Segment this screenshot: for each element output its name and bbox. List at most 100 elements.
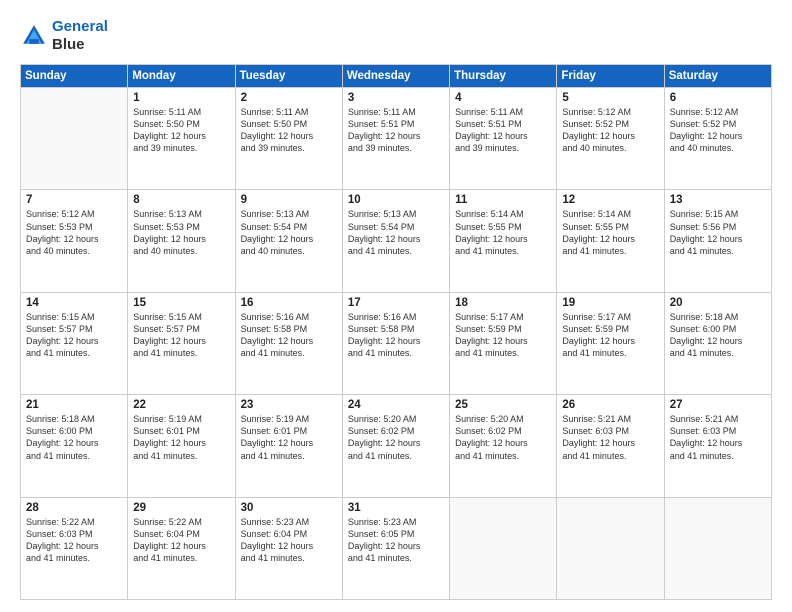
day-info: Sunrise: 5:16 AM Sunset: 5:58 PM Dayligh… [241,311,337,360]
day-number: 7 [26,194,122,206]
header: General Blue [20,18,772,54]
day-number: 16 [241,297,337,309]
day-number: 19 [562,297,658,309]
day-cell: 20 Sunrise: 5:18 AM Sunset: 6:00 PM Dayli… [664,292,771,394]
day-number: 1 [133,92,229,104]
day-number: 26 [562,399,658,411]
day-info: Sunrise: 5:17 AM Sunset: 5:59 PM Dayligh… [562,311,658,360]
day-cell: 28 Sunrise: 5:22 AM Sunset: 6:03 PM Dayli… [21,497,128,599]
day-number: 5 [562,92,658,104]
day-number: 30 [241,502,337,514]
day-cell: 9Sunrise: 5:13 AM Sunset: 5:54 PM Daylig… [235,190,342,292]
day-number: 22 [133,399,229,411]
day-cell: 24 Sunrise: 5:20 AM Sunset: 6:02 PM Dayli… [342,395,449,497]
day-info: Sunrise: 5:22 AM Sunset: 6:04 PM Dayligh… [133,516,229,565]
day-number: 31 [348,502,444,514]
day-number: 27 [670,399,766,411]
day-info: Sunrise: 5:14 AM Sunset: 5:55 PM Dayligh… [455,208,551,257]
day-info: Sunrise: 5:16 AM Sunset: 5:58 PM Dayligh… [348,311,444,360]
day-number: 20 [670,297,766,309]
day-cell: 16 Sunrise: 5:16 AM Sunset: 5:58 PM Dayli… [235,292,342,394]
day-cell: 22 Sunrise: 5:19 AM Sunset: 6:01 PM Dayli… [128,395,235,497]
day-cell: 11 Sunrise: 5:14 AM Sunset: 5:55 PM Dayli… [450,190,557,292]
weekday-header-friday: Friday [557,65,664,88]
day-number: 18 [455,297,551,309]
week-row-1: 1 Sunrise: 5:11 AM Sunset: 5:50 PM Daylig… [21,88,772,190]
page: General Blue SundayMondayTuesdayWednesda… [0,0,792,612]
day-cell: 4 Sunrise: 5:11 AM Sunset: 5:51 PM Daylig… [450,88,557,190]
weekday-header-tuesday: Tuesday [235,65,342,88]
day-number: 11 [455,194,551,206]
day-cell [557,497,664,599]
logo-icon [20,22,48,50]
day-cell: 25Sunrise: 5:20 AM Sunset: 6:02 PM Dayli… [450,395,557,497]
day-number: 13 [670,194,766,206]
day-info: Sunrise: 5:13 AM Sunset: 5:54 PM Dayligh… [348,208,444,257]
day-cell: 8Sunrise: 5:13 AM Sunset: 5:53 PM Daylig… [128,190,235,292]
day-cell: 5 Sunrise: 5:12 AM Sunset: 5:52 PM Daylig… [557,88,664,190]
day-number: 2 [241,92,337,104]
week-row-4: 21Sunrise: 5:18 AM Sunset: 6:00 PM Dayli… [21,395,772,497]
day-info: Sunrise: 5:19 AM Sunset: 6:01 PM Dayligh… [241,413,337,462]
day-info: Sunrise: 5:15 AM Sunset: 5:57 PM Dayligh… [26,311,122,360]
day-info: Sunrise: 5:15 AM Sunset: 5:57 PM Dayligh… [133,311,229,360]
day-cell: 21Sunrise: 5:18 AM Sunset: 6:00 PM Dayli… [21,395,128,497]
day-info: Sunrise: 5:14 AM Sunset: 5:55 PM Dayligh… [562,208,658,257]
day-info: Sunrise: 5:22 AM Sunset: 6:03 PM Dayligh… [26,516,122,565]
week-row-5: 28 Sunrise: 5:22 AM Sunset: 6:03 PM Dayli… [21,497,772,599]
day-number: 29 [133,502,229,514]
calendar-body: 1 Sunrise: 5:11 AM Sunset: 5:50 PM Daylig… [21,88,772,600]
day-info: Sunrise: 5:11 AM Sunset: 5:51 PM Dayligh… [348,106,444,155]
day-cell: 31Sunrise: 5:23 AM Sunset: 6:05 PM Dayli… [342,497,449,599]
day-info: Sunrise: 5:17 AM Sunset: 5:59 PM Dayligh… [455,311,551,360]
day-cell: 14 Sunrise: 5:15 AM Sunset: 5:57 PM Dayli… [21,292,128,394]
day-info: Sunrise: 5:12 AM Sunset: 5:53 PM Dayligh… [26,208,122,257]
day-number: 28 [26,502,122,514]
day-cell [450,497,557,599]
weekday-header-row: SundayMondayTuesdayWednesdayThursdayFrid… [21,65,772,88]
day-info: Sunrise: 5:23 AM Sunset: 6:04 PM Dayligh… [241,516,337,565]
day-number: 3 [348,92,444,104]
day-info: Sunrise: 5:11 AM Sunset: 5:50 PM Dayligh… [241,106,337,155]
day-cell: 30 Sunrise: 5:23 AM Sunset: 6:04 PM Dayli… [235,497,342,599]
day-cell: 10Sunrise: 5:13 AM Sunset: 5:54 PM Dayli… [342,190,449,292]
logo: General Blue [20,18,108,54]
day-cell: 29 Sunrise: 5:22 AM Sunset: 6:04 PM Dayli… [128,497,235,599]
day-info: Sunrise: 5:12 AM Sunset: 5:52 PM Dayligh… [670,106,766,155]
day-cell: 3 Sunrise: 5:11 AM Sunset: 5:51 PM Daylig… [342,88,449,190]
day-cell [664,497,771,599]
day-info: Sunrise: 5:21 AM Sunset: 6:03 PM Dayligh… [562,413,658,462]
day-number: 23 [241,399,337,411]
day-info: Sunrise: 5:11 AM Sunset: 5:51 PM Dayligh… [455,106,551,155]
day-number: 14 [26,297,122,309]
week-row-3: 14 Sunrise: 5:15 AM Sunset: 5:57 PM Dayli… [21,292,772,394]
day-info: Sunrise: 5:12 AM Sunset: 5:52 PM Dayligh… [562,106,658,155]
day-info: Sunrise: 5:13 AM Sunset: 5:54 PM Dayligh… [241,208,337,257]
day-number: 4 [455,92,551,104]
day-cell: 23 Sunrise: 5:19 AM Sunset: 6:01 PM Dayli… [235,395,342,497]
day-cell: 13 Sunrise: 5:15 AM Sunset: 5:56 PM Dayli… [664,190,771,292]
day-number: 17 [348,297,444,309]
day-info: Sunrise: 5:21 AM Sunset: 6:03 PM Dayligh… [670,413,766,462]
weekday-header-monday: Monday [128,65,235,88]
day-info: Sunrise: 5:15 AM Sunset: 5:56 PM Dayligh… [670,208,766,257]
logo-text: General Blue [52,18,108,54]
weekday-header-saturday: Saturday [664,65,771,88]
day-cell: 7 Sunrise: 5:12 AM Sunset: 5:53 PM Daylig… [21,190,128,292]
day-info: Sunrise: 5:18 AM Sunset: 6:00 PM Dayligh… [670,311,766,360]
day-info: Sunrise: 5:19 AM Sunset: 6:01 PM Dayligh… [133,413,229,462]
day-cell: 12 Sunrise: 5:14 AM Sunset: 5:55 PM Dayli… [557,190,664,292]
week-row-2: 7 Sunrise: 5:12 AM Sunset: 5:53 PM Daylig… [21,190,772,292]
day-number: 24 [348,399,444,411]
calendar: SundayMondayTuesdayWednesdayThursdayFrid… [20,64,772,600]
day-cell: 18 Sunrise: 5:17 AM Sunset: 5:59 PM Dayli… [450,292,557,394]
day-info: Sunrise: 5:13 AM Sunset: 5:53 PM Dayligh… [133,208,229,257]
day-number: 6 [670,92,766,104]
day-number: 12 [562,194,658,206]
day-cell: 27 Sunrise: 5:21 AM Sunset: 6:03 PM Dayli… [664,395,771,497]
weekday-header-thursday: Thursday [450,65,557,88]
day-number: 25 [455,399,551,411]
weekday-header-wednesday: Wednesday [342,65,449,88]
day-info: Sunrise: 5:20 AM Sunset: 6:02 PM Dayligh… [348,413,444,462]
weekday-header-sunday: Sunday [21,65,128,88]
